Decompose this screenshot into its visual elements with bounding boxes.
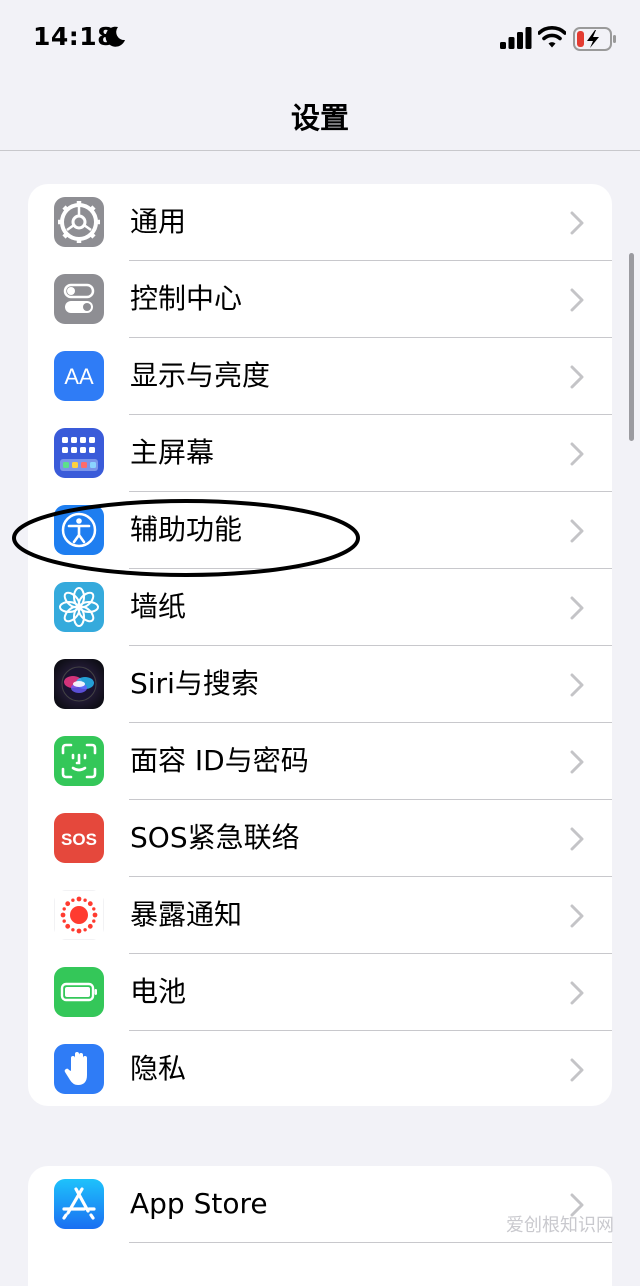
chevron-right-icon (570, 365, 584, 389)
page-title: 设置 (290, 101, 349, 135)
text-size-aa-icon: AA (54, 351, 104, 401)
settings-row-label: App Store (130, 1187, 268, 1220)
settings-row-home-screen[interactable]: 主屏幕 (28, 415, 612, 492)
home-screen-grid-icon (54, 428, 104, 478)
settings-row-face-id-passcode[interactable]: 面容 ID与密码 (28, 723, 612, 800)
settings-row-label: 主屏幕 (130, 436, 215, 469)
chevron-right-icon (570, 596, 584, 620)
exposure-notification-icon (54, 890, 104, 940)
settings-row-privacy[interactable]: 隐私 (28, 1031, 612, 1106)
settings-row-emergency-sos[interactable]: SOS SOS紧急联络 (28, 800, 612, 877)
toggle-switches-icon (54, 274, 104, 324)
settings-row-exposure-notifications[interactable]: 暴露通知 (28, 877, 612, 954)
navigation-bar: 设置 (0, 80, 640, 151)
chevron-right-icon (570, 750, 584, 774)
chevron-right-icon (570, 904, 584, 928)
settings-row-label: 隐私 (130, 1052, 187, 1085)
chevron-right-icon (570, 981, 584, 1005)
face-id-icon (54, 736, 104, 786)
svg-text:AA: AA (64, 364, 94, 389)
settings-row-label: 通用 (130, 205, 187, 238)
settings-row-battery[interactable]: 电池 (28, 954, 612, 1031)
settings-row-control-center[interactable]: 控制中心 (28, 261, 612, 338)
settings-row-general[interactable]: 通用 (28, 184, 612, 261)
settings-row-accessibility[interactable]: 辅助功能 (28, 492, 612, 569)
status-bar: 14:18 (0, 0, 640, 80)
chevron-right-icon (570, 1058, 584, 1082)
chevron-right-icon (570, 211, 584, 235)
settings-row-label: 墙纸 (130, 590, 187, 623)
chevron-right-icon (570, 827, 584, 851)
watermark-text: 爱创根知识网 (506, 1215, 614, 1236)
svg-text:SOS: SOS (61, 830, 97, 849)
settings-row-label: Siri与搜索 (130, 667, 259, 700)
siri-orb-icon (54, 659, 104, 709)
settings-row-label: 面容 ID与密码 (130, 744, 309, 777)
hand-icon (54, 1044, 104, 1094)
wifi-icon (538, 26, 566, 48)
battery-charging-icon (573, 27, 616, 51)
sos-icon: SOS (54, 813, 104, 863)
chevron-right-icon (570, 673, 584, 697)
chevron-right-icon (570, 442, 584, 466)
cellular-signal-icon (500, 27, 532, 49)
settings-row-label: 电池 (130, 975, 187, 1008)
app-store-icon (54, 1179, 104, 1229)
scroll-indicator[interactable] (629, 253, 634, 441)
settings-group-main: 通用 控制中心 AA 显示与亮度 主屏幕 辅助功能 墙纸 Siri与搜索 面容 … (28, 184, 612, 1106)
settings-row-label: 暴露通知 (130, 898, 243, 931)
accessibility-person-icon (54, 505, 104, 555)
flower-icon (54, 582, 104, 632)
battery-icon (54, 967, 104, 1017)
settings-row-wallpaper[interactable]: 墙纸 (28, 569, 612, 646)
moon-icon (105, 26, 125, 47)
settings-row-label: 控制中心 (130, 282, 243, 315)
gear-icon (54, 197, 104, 247)
settings-row-siri-search[interactable]: Siri与搜索 (28, 646, 612, 723)
settings-row-label: 辅助功能 (130, 513, 243, 546)
settings-row-label: SOS紧急联络 (130, 821, 300, 854)
chevron-right-icon (570, 288, 584, 312)
settings-row-label: 显示与亮度 (130, 359, 271, 392)
settings-row-display-brightness[interactable]: AA 显示与亮度 (28, 338, 612, 415)
chevron-right-icon (570, 519, 584, 543)
